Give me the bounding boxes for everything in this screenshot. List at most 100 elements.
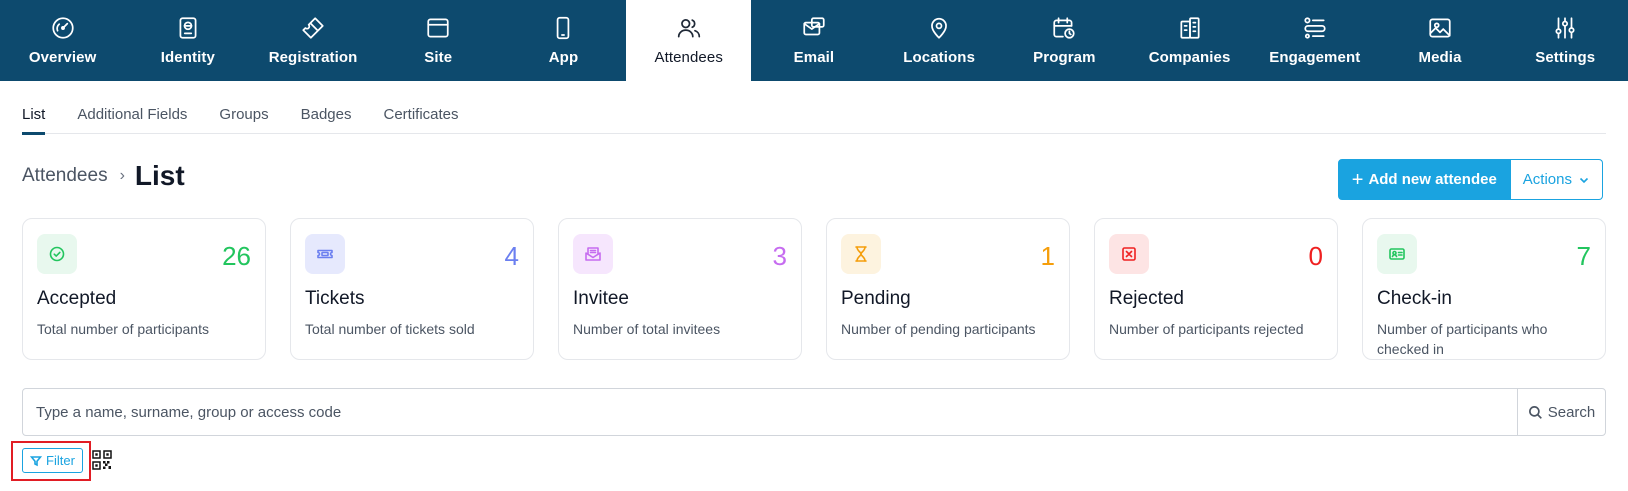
top-navigation: Overview Identity Registration Site App …	[0, 0, 1628, 81]
stat-title: Check-in	[1377, 288, 1452, 309]
nav-label: Locations	[903, 49, 976, 66]
qr-code-icon	[92, 450, 112, 470]
nav-item-attendees[interactable]: Attendees	[626, 0, 752, 81]
map-pin-icon	[925, 14, 953, 42]
nav-label: Media	[1418, 49, 1462, 66]
sub-tabs: List Additional Fields Groups Badges Cer…	[22, 94, 1606, 135]
browser-window-icon	[424, 14, 452, 42]
page-title: List	[134, 160, 185, 191]
stat-card-invitee[interactable]: 3 Invitee Number of total invitees	[558, 218, 802, 360]
mail-open-icon	[585, 247, 601, 261]
tab-badges[interactable]: Badges	[301, 94, 352, 134]
breadcrumb-parent[interactable]: Attendees	[22, 165, 108, 187]
nav-label: Email	[793, 49, 835, 66]
id-card-icon	[1389, 248, 1405, 260]
stat-description: Number of participants rejected	[1109, 321, 1304, 337]
nav-label: Attendees	[654, 49, 723, 66]
tab-groups[interactable]: Groups	[219, 94, 268, 134]
nav-item-engagement[interactable]: Engagement	[1252, 0, 1377, 81]
nav-item-media[interactable]: Media	[1377, 0, 1502, 81]
nav-item-locations[interactable]: Locations	[877, 0, 1002, 81]
nav-label: App	[548, 49, 579, 66]
hourglass-icon	[855, 246, 867, 262]
users-icon	[675, 14, 703, 42]
actions-label: Actions	[1522, 171, 1572, 188]
gauge-icon	[49, 14, 77, 42]
filter-icon	[30, 455, 43, 466]
search-button[interactable]: Search	[1517, 389, 1605, 435]
search-button-label: Search	[1547, 403, 1596, 421]
card-icon-badge	[1377, 234, 1417, 274]
card-icon-badge	[37, 234, 77, 274]
mobile-phone-icon	[549, 14, 577, 42]
stat-card-check-in[interactable]: 7 Check-in Number of participants who ch…	[1362, 218, 1606, 360]
stat-cards: 26 Accepted Total number of participants…	[22, 218, 1606, 360]
nav-item-app[interactable]: App	[501, 0, 626, 81]
tab-list[interactable]: List	[22, 94, 46, 135]
nav-item-identity[interactable]: Identity	[125, 0, 250, 81]
stat-description: Number of participants who checked in	[1377, 321, 1548, 357]
ticket-icon	[317, 249, 333, 259]
ticket-icon	[299, 14, 327, 42]
breadcrumb-separator: ›	[119, 167, 125, 184]
nav-item-overview[interactable]: Overview	[0, 0, 125, 81]
breadcrumb: Attendees › List	[22, 158, 185, 194]
stat-count: 4	[504, 241, 519, 271]
stat-count: 7	[1576, 241, 1591, 271]
engagement-list-icon	[1301, 14, 1329, 42]
nav-label: Overview	[28, 49, 97, 66]
stat-card-tickets[interactable]: 4 Tickets Total number of tickets sold	[290, 218, 534, 360]
action-button-group: + Add new attendee Actions	[1337, 159, 1603, 200]
check-circle-icon	[49, 246, 65, 262]
search-input[interactable]	[23, 389, 1517, 435]
stat-count: 1	[1040, 241, 1055, 271]
stat-card-accepted[interactable]: 26 Accepted Total number of participants	[22, 218, 266, 360]
actions-dropdown-button[interactable]: Actions	[1510, 159, 1603, 200]
building-icon	[1176, 14, 1204, 42]
stat-card-rejected[interactable]: 0 Rejected Number of participants reject…	[1094, 218, 1338, 360]
nav-label: Engagement	[1269, 49, 1361, 66]
stat-count: 26	[222, 241, 251, 271]
nav-label: Settings	[1535, 49, 1596, 66]
plus-icon: +	[1351, 168, 1364, 191]
nav-item-program[interactable]: Program	[1002, 0, 1127, 81]
nav-label: Program	[1033, 49, 1096, 66]
filter-label: Filter	[46, 453, 75, 468]
nav-item-companies[interactable]: Companies	[1127, 0, 1252, 81]
add-new-attendee-button[interactable]: + Add new attendee	[1337, 159, 1511, 200]
calendar-clock-icon	[1050, 14, 1078, 42]
stat-title: Invitee	[573, 288, 629, 309]
card-icon-badge	[573, 234, 613, 274]
add-new-attendee-label: Add new attendee	[1368, 171, 1497, 188]
stat-description: Total number of tickets sold	[305, 321, 475, 337]
filter-button[interactable]: Filter	[22, 448, 83, 473]
tab-certificates[interactable]: Certificates	[383, 94, 458, 134]
card-icon-badge	[841, 234, 881, 274]
stat-description: Number of total invitees	[573, 321, 721, 337]
stat-count: 3	[772, 241, 787, 271]
card-icon-badge	[1109, 234, 1149, 274]
x-square-icon	[1122, 247, 1136, 261]
nav-item-site[interactable]: Site	[376, 0, 501, 81]
stat-count: 0	[1308, 241, 1323, 271]
search-bar: Search	[22, 388, 1606, 436]
nav-item-settings[interactable]: Settings	[1503, 0, 1628, 81]
stat-title: Accepted	[37, 288, 117, 309]
stat-title: Tickets	[305, 288, 365, 309]
nav-item-email[interactable]: Email	[751, 0, 876, 81]
nav-item-registration[interactable]: Registration	[250, 0, 375, 81]
stat-card-pending[interactable]: 1 Pending Number of pending participants	[826, 218, 1070, 360]
tab-additional-fields[interactable]: Additional Fields	[77, 94, 187, 134]
qr-code-button[interactable]	[92, 450, 112, 470]
search-icon	[1528, 405, 1542, 419]
image-icon	[1426, 14, 1454, 42]
nav-label: Registration	[268, 49, 358, 66]
stat-description: Number of pending participants	[841, 321, 1036, 337]
nav-label: Companies	[1148, 49, 1231, 66]
chevron-down-icon	[1579, 177, 1589, 183]
stat-description: Total number of participants	[37, 321, 209, 337]
card-icon-badge	[305, 234, 345, 274]
stat-title: Pending	[841, 288, 911, 309]
email-icon	[800, 14, 828, 42]
passport-icon	[174, 14, 202, 42]
